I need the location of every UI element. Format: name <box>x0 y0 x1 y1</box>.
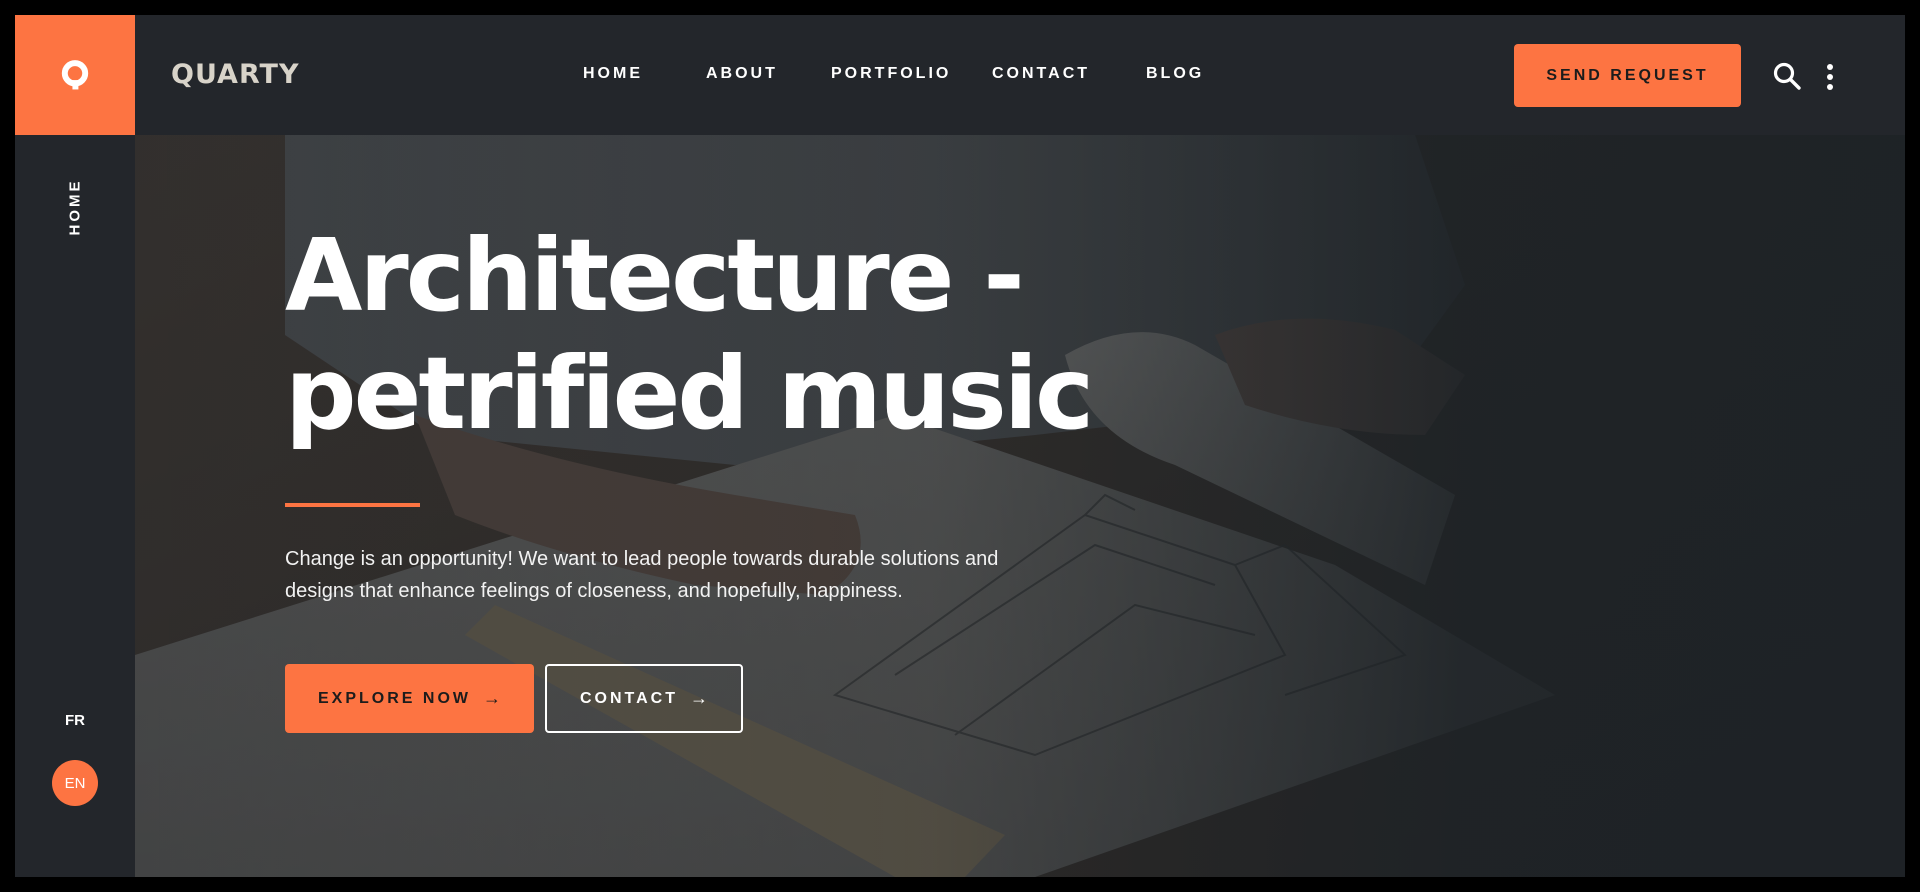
current-section-label: HOME <box>66 178 84 236</box>
language-en[interactable]: EN <box>52 760 98 806</box>
hero-title: Architecture - petrified music <box>285 217 1185 453</box>
nav-portfolio[interactable]: PORTFOLIO <box>831 65 951 83</box>
contact-label: CONTACT <box>579 689 679 707</box>
more-vertical-icon[interactable] <box>1825 63 1835 91</box>
nav-home[interactable]: HOME <box>583 65 643 83</box>
logo[interactable] <box>15 15 135 135</box>
hero-section: Architecture - petrified music Change is… <box>135 135 1905 877</box>
logo-q-icon <box>61 60 89 90</box>
contact-button[interactable]: CONTACT → <box>545 664 743 733</box>
title-divider <box>285 503 420 507</box>
hero-description: Change is an opportunity! We want to lea… <box>285 548 999 602</box>
language-fr[interactable]: FR <box>15 712 135 729</box>
nav-about[interactable]: ABOUT <box>706 65 778 83</box>
explore-now-button[interactable]: EXPLORE NOW → <box>285 664 534 733</box>
hero-title-line2: petrified music <box>285 335 1094 452</box>
hero-title-line1: Architecture - <box>285 217 1025 334</box>
header: QUARTY HOME ABOUT PORTFOLIO CONTACT BLOG… <box>135 15 1905 135</box>
search-icon[interactable] <box>1772 61 1802 91</box>
explore-now-label: EXPLORE NOW <box>317 689 471 707</box>
nav-contact[interactable]: CONTACT <box>992 65 1090 83</box>
send-request-button[interactable]: SEND REQUEST <box>1514 44 1741 107</box>
sidebar: HOME FR EN <box>15 15 135 877</box>
nav-blog[interactable]: BLOG <box>1146 65 1204 83</box>
arrow-right-icon: → <box>690 688 709 708</box>
arrow-right-icon: → <box>483 688 501 708</box>
page-frame: HOME FR EN QUARTY HOME ABOUT PORTFOLIO C… <box>15 15 1905 877</box>
